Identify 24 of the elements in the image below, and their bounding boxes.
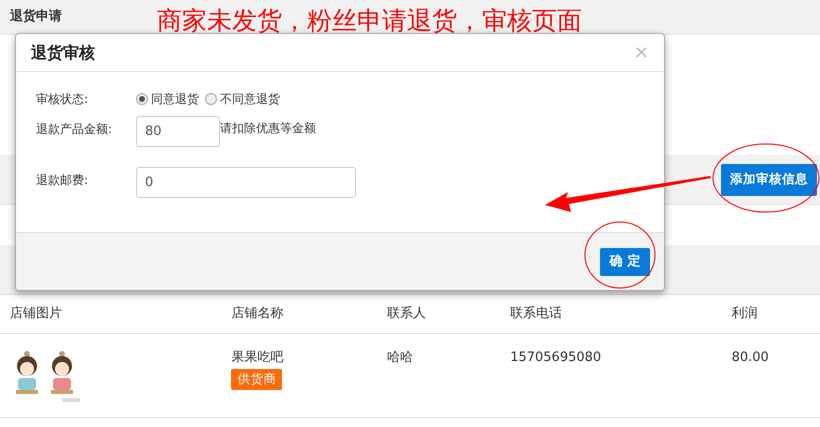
field-label: 退款邮费: bbox=[36, 172, 90, 189]
modal-title: 退货审核 bbox=[31, 42, 95, 64]
add-review-button[interactable]: 添加审核信息 bbox=[721, 164, 817, 196]
column-header: 利润 bbox=[722, 295, 820, 333]
radio-option[interactable]: 同意退货 bbox=[136, 90, 199, 108]
shop-name: 果果吃吧 bbox=[231, 348, 284, 366]
table-cell: 15705695080 bbox=[510, 350, 602, 364]
annotation-caption: 商家未发货，粉丝申请退货，审核页面 bbox=[157, 6, 582, 36]
table-cell: 80.00 bbox=[732, 350, 769, 364]
input-field[interactable]: 0 bbox=[136, 167, 356, 198]
column-header: 店铺图片 bbox=[0, 295, 222, 333]
radio-option[interactable]: 不同意退货 bbox=[205, 90, 280, 108]
confirm-button[interactable]: 确 定 bbox=[600, 248, 650, 276]
column-header: 联系人 bbox=[377, 295, 500, 333]
column-header: 联系电话 bbox=[500, 295, 722, 333]
input-field[interactable]: 80 bbox=[136, 116, 220, 147]
supplier-tag: 供货商 bbox=[231, 369, 282, 390]
hint-text: 请扣除优惠等金额 bbox=[220, 120, 316, 137]
page-title: 退货申请 bbox=[10, 8, 62, 26]
table-cell: 哈哈 bbox=[387, 350, 414, 364]
field-label: 退款产品金额: bbox=[36, 121, 114, 138]
column-header: 店铺名称 bbox=[221, 295, 378, 333]
highlight-circle bbox=[584, 222, 656, 288]
field-label: 审核状态: bbox=[36, 91, 90, 108]
